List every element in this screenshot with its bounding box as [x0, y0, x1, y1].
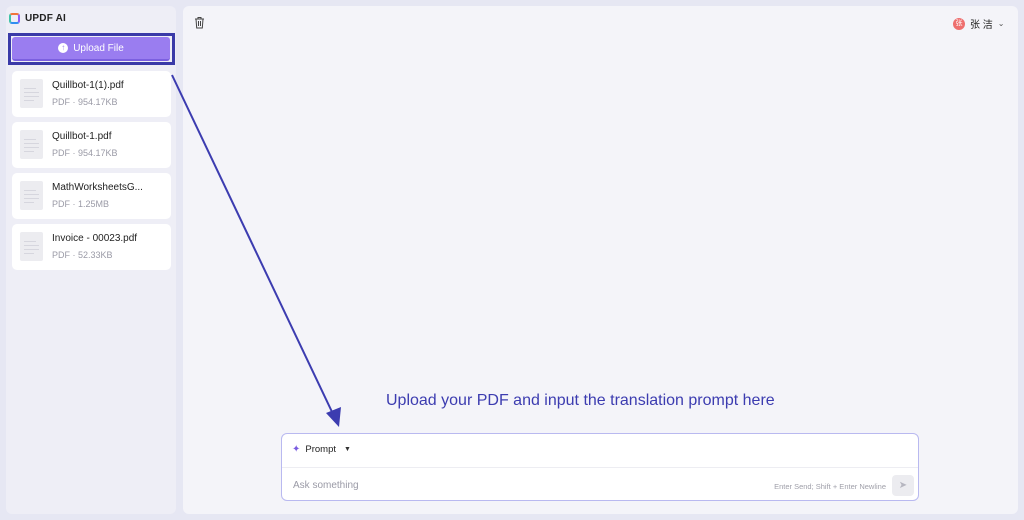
divider	[282, 467, 918, 468]
send-button[interactable]: ➤	[892, 475, 914, 496]
send-icon: ➤	[898, 480, 908, 491]
keyboard-hint: Enter Send; Shift + Enter Newline	[774, 482, 886, 491]
caret-down-icon: ▼	[344, 446, 351, 453]
sparkle-icon: ✦	[292, 444, 301, 455]
prompt-mode-label: Prompt	[305, 444, 337, 455]
prompt-box: ✦ Prompt ▼ Ask something Enter Send; Shi…	[281, 433, 919, 501]
annotation-text: Upload your PDF and input the translatio…	[386, 392, 775, 409]
prompt-mode-selector[interactable]: ✦ Prompt ▼	[292, 444, 351, 455]
ask-input[interactable]: Ask something	[293, 480, 359, 491]
